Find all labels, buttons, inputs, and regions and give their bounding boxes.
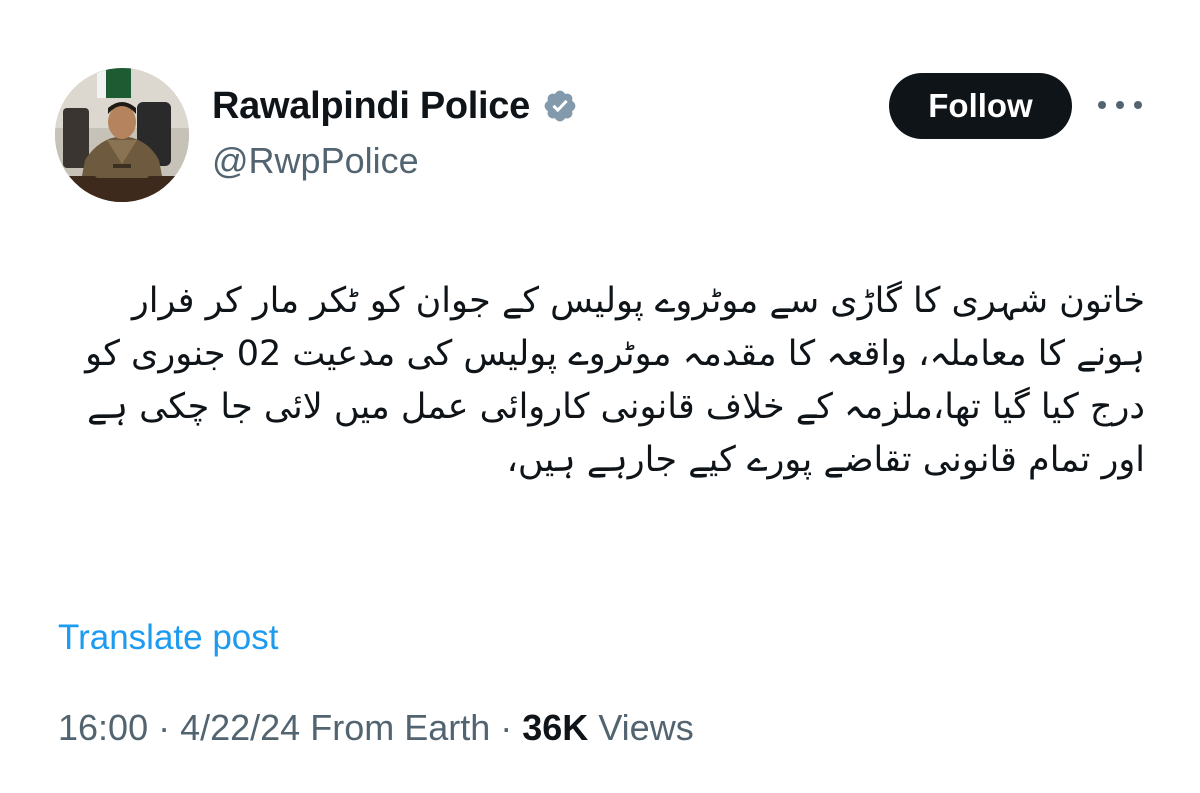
author-display-name[interactable]: Rawalpindi Police — [212, 85, 530, 128]
follow-button[interactable]: Follow — [889, 73, 1072, 139]
meta-separator: · — [490, 707, 523, 748]
more-dot — [1098, 101, 1106, 109]
tweet-card: Rawalpindi Police @RwpPolice Follow خاتو… — [0, 0, 1200, 793]
author-handle[interactable]: @RwpPolice — [212, 140, 419, 182]
verified-badge-icon — [542, 88, 578, 124]
post-text-line: خاتون شہری کا گاڑی سے موٹروے پولیس کے جو… — [131, 281, 1145, 321]
views-count[interactable]: 36K — [522, 707, 588, 748]
post-text-line: ہونے کا معاملہ، واقعہ کا مقدمہ موٹروے پو… — [85, 334, 1145, 374]
post-meta: 16:00 · 4/22/24 From Earth · 36K Views — [58, 707, 694, 749]
views-label: Views — [588, 707, 694, 748]
more-dot — [1116, 101, 1124, 109]
avatar[interactable] — [55, 68, 189, 202]
post-source: From Earth — [300, 707, 491, 748]
post-text-line: درج کیا گیا تھا،ملزمہ کے خلاف قانونی کار… — [87, 387, 1145, 427]
avatar-image — [55, 68, 189, 202]
more-options-icon[interactable] — [1098, 93, 1142, 117]
meta-separator: · — [148, 707, 181, 748]
post-time[interactable]: 16:00 — [58, 707, 148, 748]
author-name-row: Rawalpindi Police — [212, 82, 578, 130]
post-text-line: اور تمام قانونی تقاضے پورے کیے جارہے ہیں… — [506, 440, 1145, 480]
translate-post-link[interactable]: Translate post — [58, 618, 278, 658]
post-date[interactable]: 4/22/24 — [180, 707, 300, 748]
post-text: خاتون شہری کا گاڑی سے موٹروے پولیس کے جو… — [60, 275, 1145, 487]
more-dot — [1134, 101, 1142, 109]
